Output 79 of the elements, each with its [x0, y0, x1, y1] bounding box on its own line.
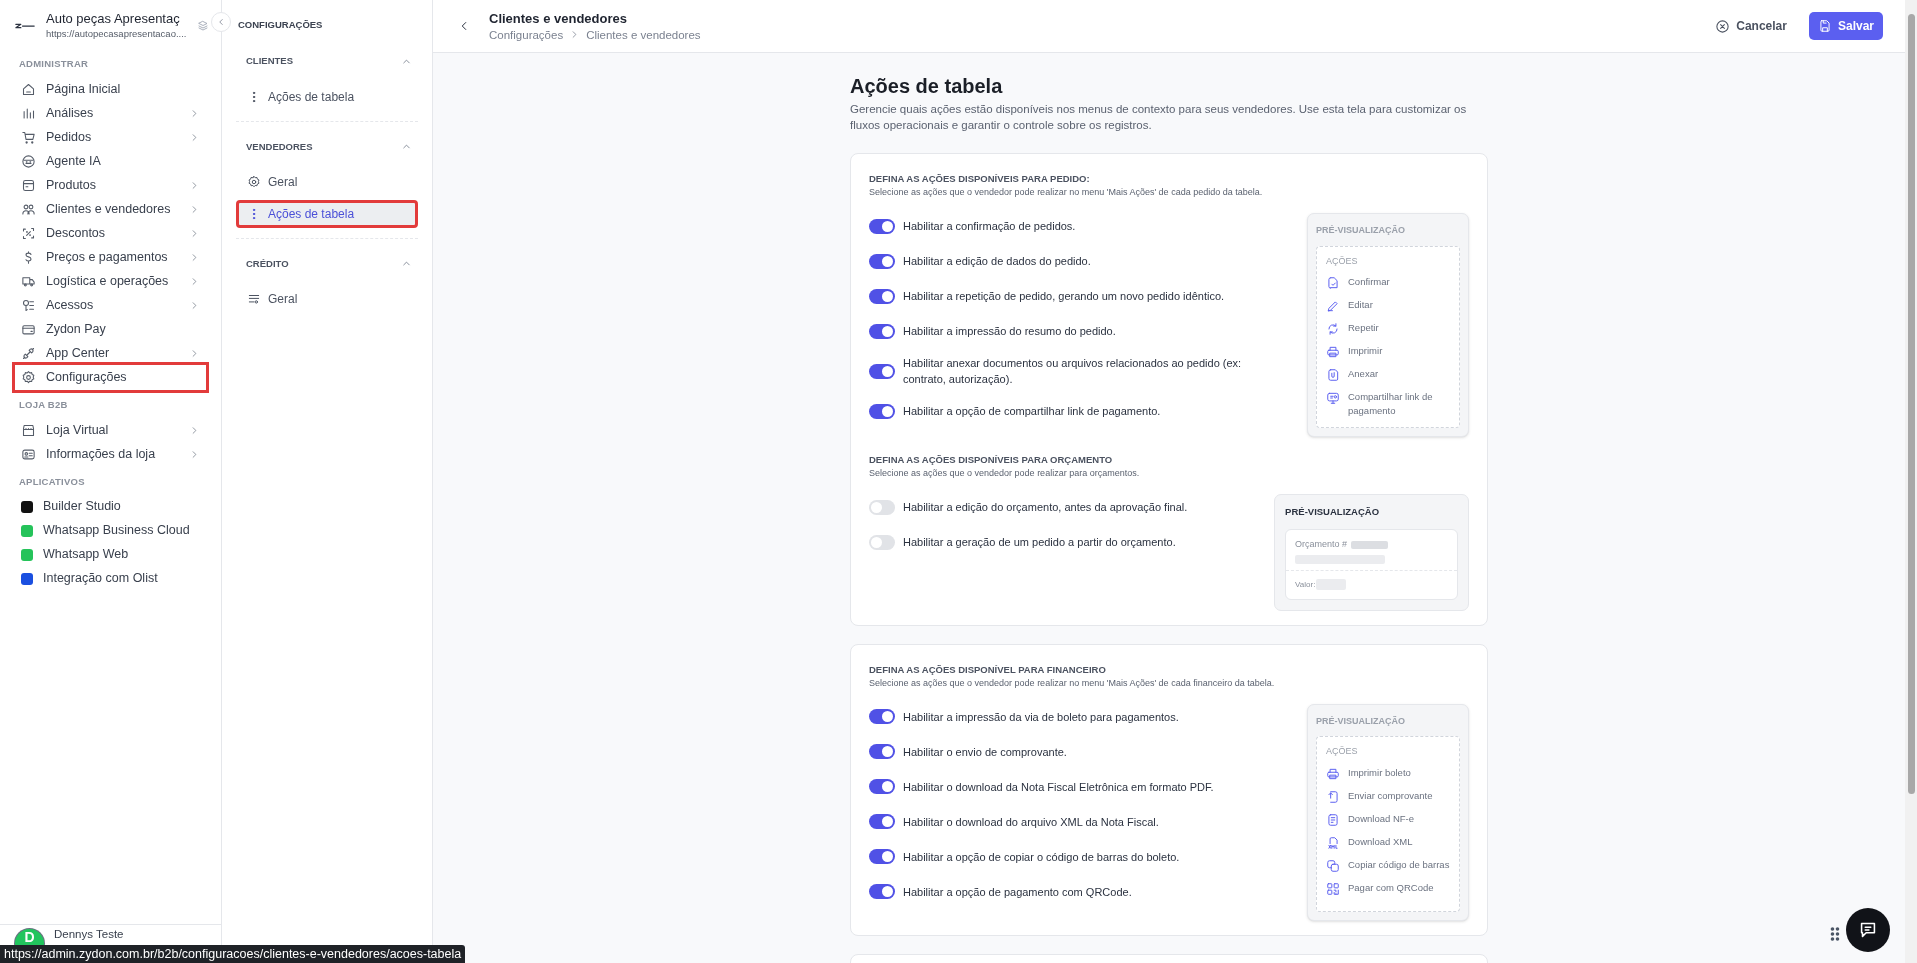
nav-item[interactable]: Produtos [12, 173, 209, 198]
option-label: Habilitar o download do arquivo XML da Nota Fiscal. [903, 814, 1159, 830]
menu-title: AÇÕES [1326, 254, 1359, 268]
nav-item[interactable]: Acessos [12, 293, 209, 318]
section-heading: DEFINA AS AÇÕES DISPONÍVEL PARA FINANCEIRO [869, 662, 1107, 676]
group-header[interactable]: CLIENTES [236, 50, 418, 73]
nav-item[interactable]: Análises [12, 101, 209, 126]
option-label: Habilitar a repetição de pedido, gerando um novo pedido idêntico. [903, 289, 1225, 304]
nav-item[interactable]: Preços e pagamentos [12, 245, 209, 270]
quote-value-label: Valor: [1295, 578, 1316, 591]
menu-item[interactable]: Enviar comprovante [1326, 787, 1450, 811]
panel-title: CONFIGURAÇÕES [237, 18, 324, 32]
section-heading: DEFINA AS AÇÕES DISPONÍVEIS PARA PEDIDO: [869, 172, 1091, 185]
menu-item[interactable]: Imprimir boleto [1326, 764, 1450, 788]
option-label: Habilitar a impressão do resumo do pedido. [903, 324, 1116, 339]
nav-item[interactable]: Logística e operações [12, 269, 209, 294]
section-label: APLICATIVOS [18, 474, 86, 489]
group-header[interactable]: VENDEDORES [236, 135, 418, 158]
group-header[interactable]: CRÉDITO [236, 252, 418, 275]
cancel-button[interactable]: Cancelar [1711, 12, 1791, 40]
subnav-item[interactable]: Geral [236, 285, 418, 313]
quote-number-label: Orçamento # [1295, 538, 1348, 552]
menu-title: AÇÕES [1326, 745, 1359, 759]
menu-item[interactable]: Download NF-e [1326, 810, 1450, 834]
app-item[interactable]: Builder Studio [12, 494, 209, 519]
preview-title: PRÉ-VISUALIZAÇÃO [1285, 505, 1381, 519]
option-label: Habilitar a opção de pagamento com QRCode. [903, 884, 1132, 900]
section-title: Ações de tabela [850, 74, 1004, 99]
menu-item[interactable]: Copiar código de barras [1326, 856, 1450, 880]
option-label: Habilitar a confirmação de pedidos. [903, 219, 1076, 234]
section-subtitle: Selecione as ações que o vendedor pode realizar para orçamentos. [869, 467, 1141, 480]
company-name: Auto peças Apresentaç [46, 10, 181, 27]
menu-item[interactable]: Imprimir [1326, 343, 1450, 366]
menu-item[interactable]: Anexar [1326, 366, 1450, 389]
company-url: https://autopecasapresentacao.... [46, 27, 187, 41]
nav-item[interactable]: Configurações [12, 362, 209, 394]
option-label: Habilitar a geração de um pedido a partir do orçamento. [903, 535, 1176, 550]
section-subtitle: Selecione as ações que o vendedor pode realizar no menu 'Mais Ações' de cada pedido da tabela. [869, 186, 1264, 199]
option-label: Habilitar o download da Nota Fiscal Eletrônica em formato PDF. [903, 779, 1214, 795]
section-heading: DEFINA AS AÇÕES DISPONÍVEIS PARA ORÇAMENTO [869, 453, 1114, 466]
menu-item[interactable]: Editar [1326, 297, 1450, 320]
breadcrumb-item[interactable]: Configurações [489, 26, 564, 43]
section-subtitle: Selecione as ações que o vendedor pode realizar no menu 'Mais Ações' de cada financeiro da tabela. [869, 676, 1276, 690]
menu-item[interactable]: Pagar com QRCode [1326, 879, 1450, 903]
menu-item[interactable]: Repetir [1326, 320, 1450, 343]
nav-item[interactable]: Zydon Pay [12, 317, 209, 342]
status-url: https://admin.zydon.com.br/b2b/configuracoes/clientes-e-vendedores/acoes-tabela [0, 945, 466, 963]
option-label: Habilitar a opção de copiar o código de barras do boleto. [903, 849, 1180, 865]
subnav-item[interactable]: Geral [236, 167, 418, 196]
menu-item[interactable]: Compartilhar link de pagamento [1326, 389, 1450, 419]
section-label: ADMINISTRAR [18, 57, 90, 71]
nav-item[interactable]: Informações da loja [12, 442, 209, 467]
preview-title: PRÉ-VISUALIZAÇÃO [1316, 714, 1406, 728]
page-description: Gerencie quais ações estão disponíveis nos menus de contexto para seus vendedores. Use esta tela para customizar os fluxos operacionais e garantir o controle sobre os registros. [850, 102, 1468, 133]
nav-item[interactable]: Pedidos [12, 125, 209, 150]
subnav-item[interactable]: Ações de tabela [236, 82, 418, 111]
breadcrumb-item: Clientes e vendedores [586, 27, 701, 43]
app-item[interactable]: Integração com Olist [12, 566, 209, 591]
app-item[interactable]: Whatsapp Business Cloud [12, 518, 209, 543]
option-label: Habilitar anexar documentos ou arquivos relacionados ao pedido (ex: contrato, autorização). [903, 356, 1243, 387]
option-label: Habilitar o envio de comprovante. [903, 744, 1067, 760]
option-label: Habilitar a edição do orçamento, antes da aprovação final. [903, 500, 1188, 515]
subnav-item[interactable]: Ações de tabela [236, 199, 418, 228]
page-title: Clientes e vendedores [489, 9, 628, 27]
option-label: Habilitar a opção de compartilhar link de pagamento. [903, 404, 1161, 419]
option-label: Habilitar a edição de dados do pedido. [903, 254, 1091, 269]
user-name: Dennys Teste [54, 927, 124, 942]
nav-item[interactable]: Agente IA [12, 149, 209, 174]
option-label: Habilitar a impressão da via de boleto para pagamentos. [903, 709, 1179, 725]
app-item[interactable]: Whatsapp Web [12, 542, 209, 567]
menu-item[interactable]: Download XML [1326, 833, 1450, 857]
preview-title: PRÉ-VISUALIZAÇÃO [1316, 224, 1406, 237]
nav-item[interactable]: Página Inicial [12, 77, 209, 102]
nav-item[interactable]: Loja Virtual [12, 418, 209, 443]
nav-item[interactable]: Descontos [12, 221, 209, 246]
nav-item[interactable]: Clientes e vendedores [12, 197, 209, 222]
menu-item[interactable]: Confirmar [1326, 274, 1450, 297]
save-button[interactable]: Salvar [1808, 12, 1883, 40]
section-label: LOJA B2B [18, 398, 69, 413]
